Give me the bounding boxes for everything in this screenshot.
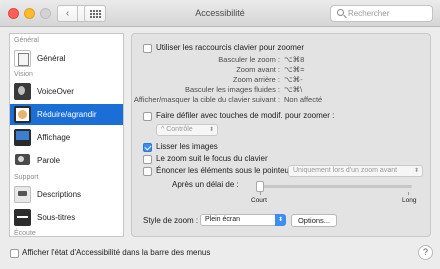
speak-mode-popup-value: Uniquement lors d'un zoom avant [293, 167, 398, 174]
sidebar-section-hearing: Écoute [14, 230, 36, 237]
shortcut-label: Zoom arrière : [232, 75, 280, 84]
follow-focus-checkbox[interactable] [143, 155, 152, 164]
general-icon [14, 50, 31, 67]
sidebar-item-descriptions[interactable]: Descriptions [10, 184, 123, 205]
sidebar-item-label: Réduire/agrandir [37, 110, 97, 119]
shortcut-value: ⌥⌘- [284, 75, 303, 84]
sidebar-item-zoom[interactable]: Réduire/agrandir [10, 104, 123, 125]
zoom-icon [14, 106, 31, 123]
subtitles-icon [14, 209, 31, 226]
speak-mode-popup[interactable]: Uniquement lors d'un zoom avant ⬍ [288, 165, 423, 177]
use-shortcuts-checkbox[interactable] [143, 44, 152, 53]
use-shortcuts-label: Utiliser les raccourcis clavier pour zoo… [156, 43, 305, 52]
zoom-style-popup[interactable]: Plein écran [200, 214, 286, 226]
scroll-zoom-label: Faire défiler avec touches de modif. pou… [156, 111, 335, 120]
voiceover-icon [14, 83, 31, 100]
chevron-updown-icon[interactable]: ⬍ [275, 214, 286, 226]
accessibility-window: Accessibilité ‹ › Général Général Vision… [0, 0, 440, 269]
speech-icon [14, 152, 31, 169]
search-icon [337, 9, 344, 16]
shortcut-value: Non affecté [284, 95, 323, 104]
menu-bar-status-label: Afficher l'état d'Accessibilité dans la … [22, 248, 211, 257]
sidebar-item-voiceover[interactable]: VoiceOver [10, 81, 123, 102]
grid-icon [90, 10, 101, 18]
smooth-images-checkbox[interactable] [143, 143, 152, 152]
display-icon [14, 129, 31, 146]
shortcut-label: Basculer les images fluides : [184, 85, 280, 94]
shortcut-label: Basculer le zoom : [218, 55, 280, 64]
shortcut-label: Afficher/masquer la cible du clavier sui… [133, 95, 280, 104]
shortcut-value: ⌥⌘= [284, 65, 305, 74]
sidebar-item-label: Sous-titres [37, 213, 76, 222]
sidebar-section-support: Support [14, 174, 39, 181]
sidebar-item-label: VoiceOver [37, 87, 74, 96]
slider-tick [260, 192, 261, 195]
scroll-zoom-checkbox[interactable] [143, 112, 152, 121]
help-button[interactable]: ? [418, 245, 433, 260]
menu-bar-status-checkbox[interactable] [10, 249, 19, 258]
shortcut-label: Zoom avant : [236, 65, 280, 74]
sidebar-item-label: Général [37, 54, 66, 63]
slider-tick [408, 192, 409, 195]
speak-items-checkbox[interactable] [143, 167, 152, 176]
search-input[interactable] [348, 7, 430, 20]
sidebar-item-speech[interactable]: Parole [10, 150, 123, 171]
delay-label: Après un délai de : [172, 180, 239, 189]
descriptions-icon [14, 186, 31, 203]
modifier-popup[interactable]: ^ Contrôle ⬍ [156, 124, 218, 136]
sidebar-item-label: Affichage [37, 133, 71, 142]
back-button[interactable]: ‹ [57, 5, 78, 22]
zoom-style-popup-value: Plein écran [205, 216, 241, 223]
sidebar-item-label: Descriptions [37, 190, 82, 199]
smooth-images-label: Lisser les images [156, 142, 218, 151]
options-button[interactable]: Options... [291, 214, 337, 227]
shortcut-value: ⌥⌘\ [284, 85, 303, 94]
sidebar-section-general: Général [14, 37, 39, 44]
search-field[interactable] [330, 5, 433, 22]
sidebar-section-vision: Vision [14, 71, 33, 78]
zoom-settings-panel: Utiliser les raccourcis clavier pour zoo… [131, 33, 431, 237]
speak-items-label: Énoncer les éléments sous le pointeur [156, 166, 292, 175]
delay-slider-knob[interactable] [256, 181, 264, 192]
sidebar-item-display[interactable]: Affichage [10, 127, 123, 148]
sidebar-item-label: Parole [37, 156, 61, 165]
zoom-style-label: Style de zoom : [143, 216, 199, 225]
delay-slider-track[interactable] [256, 185, 412, 188]
follow-focus-label: Le zoom suit le focus du clavier [156, 154, 268, 163]
delay-min-label: Court [251, 197, 267, 204]
shortcut-value: ⌥⌘8 [284, 55, 305, 64]
chevron-updown-icon: ⬍ [413, 168, 419, 174]
delay-max-label: Long [402, 197, 417, 204]
modifier-popup-value: ^ Contrôle [161, 126, 193, 133]
chevron-updown-icon: ⬍ [208, 127, 214, 133]
sidebar-item-general[interactable]: Général [10, 48, 123, 69]
sidebar-item-subtitles[interactable]: Sous-titres [10, 207, 123, 228]
show-all-button[interactable] [84, 5, 106, 22]
sidebar: Général Général Vision VoiceOver Réduire… [9, 33, 124, 237]
title-bar: Accessibilité ‹ › [0, 0, 440, 27]
